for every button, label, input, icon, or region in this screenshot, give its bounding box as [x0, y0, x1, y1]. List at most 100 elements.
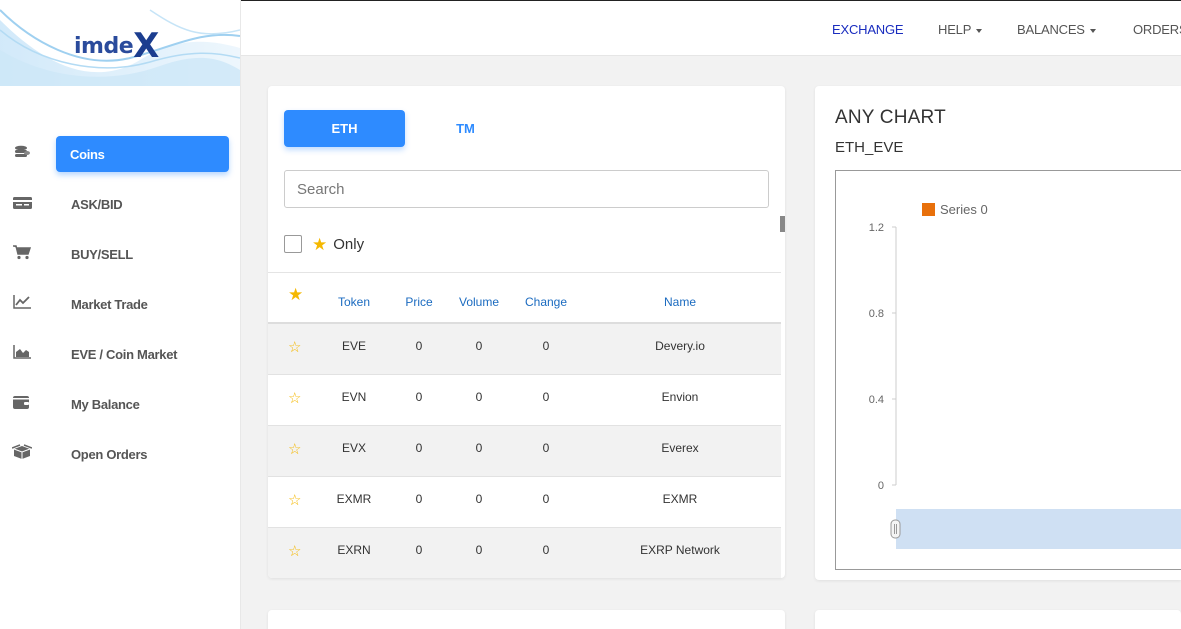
search-input[interactable]: [284, 170, 769, 208]
cell-price: 0: [415, 390, 423, 404]
bottom-left-panel: [268, 610, 785, 629]
star-outline-icon[interactable]: ☆: [288, 440, 301, 458]
cell-name: EXMR: [662, 492, 698, 506]
sidebar-item-eve-coin-market[interactable]: EVE / Coin Market: [0, 336, 240, 372]
sidebar-item-my-balance[interactable]: My Balance: [0, 386, 240, 422]
sidebar-item-label: Coins: [70, 147, 105, 162]
column-header-name[interactable]: Name: [664, 295, 696, 309]
chevron-down-icon: [1089, 28, 1096, 33]
sidebar-item-label: Market Trade: [71, 297, 148, 312]
nav-orders-dropdown[interactable]: ORDERS: [1133, 22, 1181, 37]
nav-help-label: HELP: [938, 22, 972, 37]
star-outline-icon[interactable]: ☆: [288, 389, 301, 407]
cell-volume: 0: [475, 390, 483, 404]
cell-price: 0: [415, 441, 423, 455]
column-header-change[interactable]: Change: [525, 295, 567, 309]
cell-token: EXRN: [337, 543, 371, 557]
favorites-only-checkbox[interactable]: [284, 235, 302, 253]
cell-token: EVX: [341, 441, 367, 455]
chevron-down-icon: [976, 28, 983, 33]
cell-price: 0: [415, 543, 423, 557]
box-icon: [12, 444, 32, 459]
star-outline-icon[interactable]: ☆: [288, 491, 301, 509]
favorites-filter: ★ Only: [284, 234, 364, 254]
cell-price: 0: [415, 492, 423, 506]
table-row[interactable]: ☆ EVX 0 0 0 Everex: [268, 426, 781, 477]
nav-balances-label: BALANCES: [1017, 22, 1085, 37]
cell-token: EVN: [341, 390, 367, 404]
coins-icon: [15, 145, 30, 157]
column-header-price[interactable]: Price: [405, 295, 432, 309]
column-header-volume[interactable]: Volume: [459, 295, 499, 309]
range-navigator: [896, 509, 1181, 549]
area-chart-icon: [13, 345, 31, 359]
table-row[interactable]: ☆ EVE 0 0 0 Devery.io: [268, 324, 781, 375]
market-table: ★ Token Price Volume Change Name ☆ EVE 0…: [268, 272, 781, 578]
scrollbar-thumb[interactable]: [780, 216, 785, 232]
sidebar-item-label: EVE / Coin Market: [71, 347, 178, 362]
cell-token: EVE: [341, 339, 367, 353]
legend-label: Series 0: [940, 202, 988, 217]
cell-name: Envion: [661, 390, 699, 404]
star-outline-icon[interactable]: ☆: [288, 338, 301, 356]
y-tick-label: 0.8: [869, 308, 884, 320]
table-row[interactable]: ☆ EXRN 0 0 0 EXRP Network: [268, 528, 781, 578]
star-outline-icon[interactable]: ☆: [288, 542, 301, 560]
line-chart-icon: [13, 295, 31, 309]
tab-tm[interactable]: TM: [405, 110, 526, 147]
bottom-right-panel: [815, 610, 1181, 629]
table-row[interactable]: ☆ EVN 0 0 0 Envion: [268, 375, 781, 426]
y-tick-label: 0: [878, 480, 884, 492]
legend-swatch: [922, 203, 935, 216]
card-icon: [13, 197, 32, 209]
cell-name: Devery.io: [655, 339, 705, 353]
table-header: ★ Token Price Volume Change Name: [268, 272, 781, 324]
sidebar-item-label: BUY/SELL: [71, 247, 133, 262]
cart-icon: [13, 245, 32, 260]
logo-text: imdeX: [74, 22, 159, 66]
sidebar: imdeX Coins ASK/BID BUY/SELL Market Trad…: [0, 0, 241, 629]
chart-title: ANY CHART: [835, 107, 946, 128]
market-panel: ETH TM ★ Only ★ Token Price Volume Chang…: [268, 86, 785, 578]
cell-volume: 0: [475, 441, 483, 455]
nav-balances-dropdown[interactable]: BALANCES: [1017, 22, 1096, 37]
sidebar-item-coins[interactable]: Coins: [0, 136, 240, 172]
nav-exchange-link[interactable]: EXCHANGE: [832, 22, 904, 37]
nav-help-dropdown[interactable]: HELP: [938, 22, 983, 37]
logo-x: X: [133, 26, 159, 66]
sidebar-item-label: Open Orders: [71, 447, 148, 462]
cell-change: 0: [542, 441, 550, 455]
sidebar-item-label: My Balance: [71, 397, 140, 412]
wallet-icon: [13, 396, 29, 409]
cell-name: Everex: [661, 441, 699, 455]
table-row[interactable]: ☆ EXMR 0 0 0 EXMR: [268, 477, 781, 528]
cell-token: EXMR: [336, 492, 372, 506]
star-filled-icon: ★: [312, 234, 328, 254]
cell-volume: 0: [475, 492, 483, 506]
cell-change: 0: [542, 492, 550, 506]
y-tick-label: 1.2: [869, 222, 884, 234]
chart-area: 1.2 0.8 0.4 0 Series 0: [835, 170, 1181, 570]
top-navbar: EXCHANGE HELP BALANCES ORDERS: [241, 0, 1181, 56]
sidebar-item-open-orders[interactable]: Open Orders: [0, 436, 240, 472]
cell-volume: 0: [475, 339, 483, 353]
logo[interactable]: imdeX: [0, 0, 240, 86]
sidebar-item-market-trade[interactable]: Market Trade: [0, 286, 240, 322]
cell-change: 0: [542, 390, 550, 404]
tab-eth[interactable]: ETH: [284, 110, 405, 147]
cell-price: 0: [415, 339, 423, 353]
sidebar-item-askbid[interactable]: ASK/BID: [0, 186, 240, 222]
only-label: Only: [333, 235, 365, 253]
range-handle-left: [890, 519, 901, 539]
y-tick-label: 0.4: [869, 394, 884, 406]
sidebar-item-buysell[interactable]: BUY/SELL: [0, 236, 240, 272]
chart-svg[interactable]: 1.2 0.8 0.4 0 Series 0: [836, 171, 1181, 570]
star-filled-icon[interactable]: ★: [288, 285, 303, 305]
column-header-token[interactable]: Token: [338, 295, 370, 309]
cell-change: 0: [542, 543, 550, 557]
sidebar-item-label: ASK/BID: [71, 197, 123, 212]
chart-panel: ANY CHART ETH_EVE 1.2 0.8 0.4 0 Series 0: [815, 86, 1181, 580]
cell-name: EXRP Network: [640, 543, 720, 557]
cell-volume: 0: [475, 543, 483, 557]
cell-change: 0: [542, 339, 550, 353]
